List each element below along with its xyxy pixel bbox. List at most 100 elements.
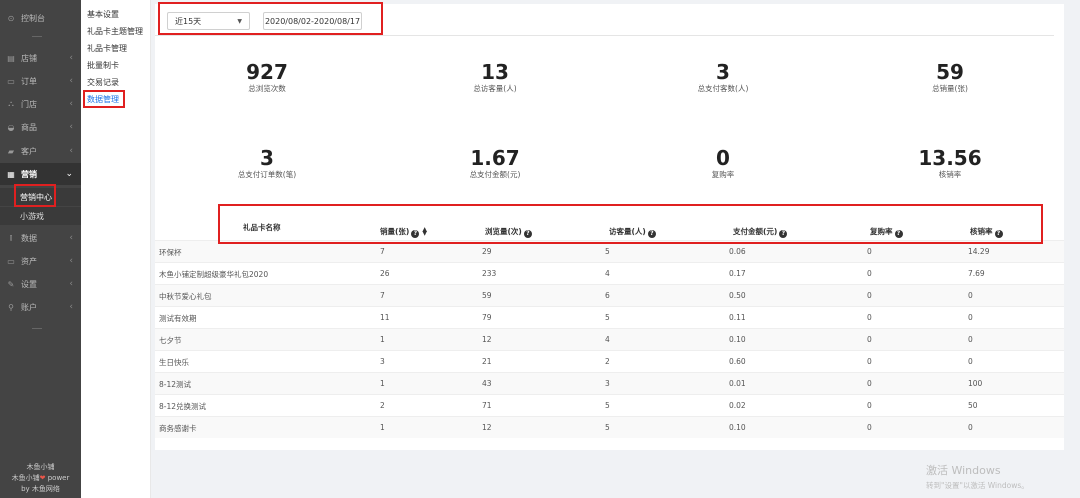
- cell-views: 12: [482, 335, 492, 344]
- stat-value: 0: [716, 146, 730, 170]
- stat-paid-orders: 3 总支付订单数(笔): [207, 147, 327, 181]
- nav-divider: [32, 36, 42, 37]
- cell-repurchase: 0: [867, 423, 872, 432]
- table-row: 8-12测试 1 43 3 0.01 0 100: [155, 372, 1064, 394]
- chevron-down-icon: ⌄: [65, 169, 73, 179]
- menu-theme-manage[interactable]: 礼品卡主题管理: [87, 26, 143, 37]
- nav-item-asset[interactable]: ▭ 资产 ‹: [0, 250, 81, 272]
- cell-visitors: 4: [605, 269, 610, 278]
- table-row: 测试有效期 11 79 5 0.11 0 0: [155, 306, 1064, 328]
- cell-name: 环保杯: [159, 248, 182, 257]
- cell-name: 木鱼小铺定制超级豪华礼包2020: [159, 270, 269, 279]
- col-header-label: 复购率: [870, 227, 893, 236]
- help-icon[interactable]: ?: [994, 230, 1003, 238]
- cell-name: 七夕节: [159, 336, 182, 345]
- sub-item-marketing-center[interactable]: 营销中心: [0, 188, 81, 206]
- col-header-label: 销量(张): [380, 227, 410, 236]
- col-header-sales[interactable]: 销量(张) ?▲ ▼: [380, 226, 427, 238]
- nav-item-store[interactable]: ▤ 店铺 ‹: [0, 47, 81, 69]
- nav-item-goods[interactable]: ◒ 商品 ‹: [0, 116, 81, 138]
- stat-label: 复购率: [711, 170, 735, 179]
- stat-label: 总支付金额(元): [469, 170, 521, 179]
- sub-item-mini-game[interactable]: 小游戏: [0, 207, 81, 225]
- cell-name: 中秋节爱心礼包: [159, 292, 212, 301]
- cell-redemption: 50: [968, 401, 978, 410]
- sub-item-label: 营销中心: [20, 192, 52, 202]
- stat-label: 总浏览次数: [248, 84, 286, 93]
- menu-basic-settings[interactable]: 基本设置: [87, 9, 119, 20]
- stat-repurchase-rate: 0 复购率: [663, 147, 783, 181]
- help-icon[interactable]: ?: [647, 230, 656, 238]
- col-header-label: 支付金额(元): [733, 227, 778, 236]
- stat-total-views: 927 总浏览次数: [207, 61, 327, 95]
- chevron-left-icon: ‹: [69, 122, 73, 132]
- cell-sales: 7: [380, 291, 385, 300]
- marketing-icon: ▦: [7, 169, 15, 179]
- cell-views: 12: [482, 423, 492, 432]
- nav-item-console[interactable]: ⊙ 控制台: [0, 7, 81, 29]
- stat-value: 59: [936, 60, 964, 84]
- menu-data-manage[interactable]: 数据管理: [87, 94, 119, 105]
- cell-views: 29: [482, 247, 492, 256]
- cell-amount: 0.11: [729, 313, 746, 322]
- nav-item-label: 资产: [21, 256, 37, 266]
- help-icon[interactable]: ?: [779, 230, 788, 238]
- sort-icon[interactable]: ▲ ▼: [422, 227, 427, 237]
- branch-icon: ⛬: [8, 99, 14, 108]
- help-icon[interactable]: ?: [894, 230, 903, 238]
- menu-transactions[interactable]: 交易记录: [87, 77, 119, 88]
- table-row: 8-12兑换测试 2 71 5 0.02 0 50: [155, 394, 1064, 416]
- nav-item-data[interactable]: ⫾ 数据 ‹: [0, 227, 81, 249]
- chevron-left-icon: ‹: [69, 99, 73, 109]
- menu-batch-cards[interactable]: 批量制卡: [87, 60, 119, 71]
- cell-views: 59: [482, 291, 492, 300]
- asset-icon: ▭: [7, 256, 15, 266]
- footer-by: by 木鱼网络: [21, 485, 60, 493]
- cell-repurchase: 0: [867, 401, 872, 410]
- range-select[interactable]: 近15天 ▼: [167, 12, 250, 30]
- cell-repurchase: 0: [867, 291, 872, 300]
- account-icon: ⚲: [8, 302, 14, 312]
- main-nav: ⊙ 控制台 ▤ 店铺 ‹ ▭ 订单 ‹ ⛬ 门店 ‹ ◒ 商品 ‹ ▰ 客户 ‹…: [0, 0, 81, 498]
- help-icon[interactable]: ?: [523, 230, 532, 238]
- cell-amount: 0.06: [729, 247, 746, 256]
- nav-item-customer[interactable]: ▰ 客户 ‹: [0, 140, 81, 162]
- nav-item-branch[interactable]: ⛬ 门店 ‹: [0, 93, 81, 115]
- menu-card-manage[interactable]: 礼品卡管理: [87, 43, 127, 54]
- chevron-left-icon: ‹: [69, 76, 73, 86]
- cell-visitors: 5: [605, 423, 610, 432]
- cell-sales: 26: [380, 269, 390, 278]
- cell-sales: 1: [380, 379, 385, 388]
- caret-down-icon: ▼: [237, 17, 242, 25]
- cell-views: 233: [482, 269, 497, 278]
- stat-redemption-rate: 13.56 核销率: [890, 147, 1010, 181]
- nav-item-label: 商品: [21, 122, 37, 132]
- nav-item-marketing[interactable]: ▦ 营销 ⌄: [0, 163, 81, 185]
- watermark-title: 激活 Windows: [926, 464, 1001, 477]
- stat-label: 核销率: [938, 170, 962, 179]
- date-range-picker[interactable]: 2020/08/02-2020/08/17: [263, 12, 362, 30]
- table-row: 生日快乐 3 21 2 0.60 0 0: [155, 350, 1064, 372]
- cell-sales: 1: [380, 423, 385, 432]
- cell-repurchase: 0: [867, 335, 872, 344]
- footer-brand-name: 木鱼小铺: [11, 474, 40, 482]
- settings-icon: ✎: [7, 279, 15, 289]
- cell-amount: 0.17: [729, 269, 746, 278]
- store-icon: ▤: [7, 53, 15, 63]
- nav-item-settings[interactable]: ✎ 设置 ‹: [0, 273, 81, 295]
- cell-name: 测试有效期: [159, 314, 197, 323]
- nav-item-order[interactable]: ▭ 订单 ‹: [0, 70, 81, 92]
- dashboard-icon: ⊙: [7, 13, 15, 23]
- table-row: 木鱼小铺定制超级豪华礼包2020 26 233 4 0.17 0 7.69: [155, 262, 1064, 284]
- help-icon[interactable]: ?: [411, 230, 420, 238]
- cell-views: 21: [482, 357, 492, 366]
- stat-value: 927: [246, 60, 288, 84]
- cell-name: 8-12兑换测试: [159, 402, 207, 411]
- cell-repurchase: 0: [867, 313, 872, 322]
- cell-visitors: 3: [605, 379, 610, 388]
- nav-item-account[interactable]: ⚲ 账户 ‹: [0, 296, 81, 318]
- chevron-left-icon: ‹: [69, 256, 73, 266]
- customer-icon: ▰: [7, 146, 15, 156]
- cell-sales: 1: [380, 335, 385, 344]
- cell-repurchase: 0: [867, 379, 872, 388]
